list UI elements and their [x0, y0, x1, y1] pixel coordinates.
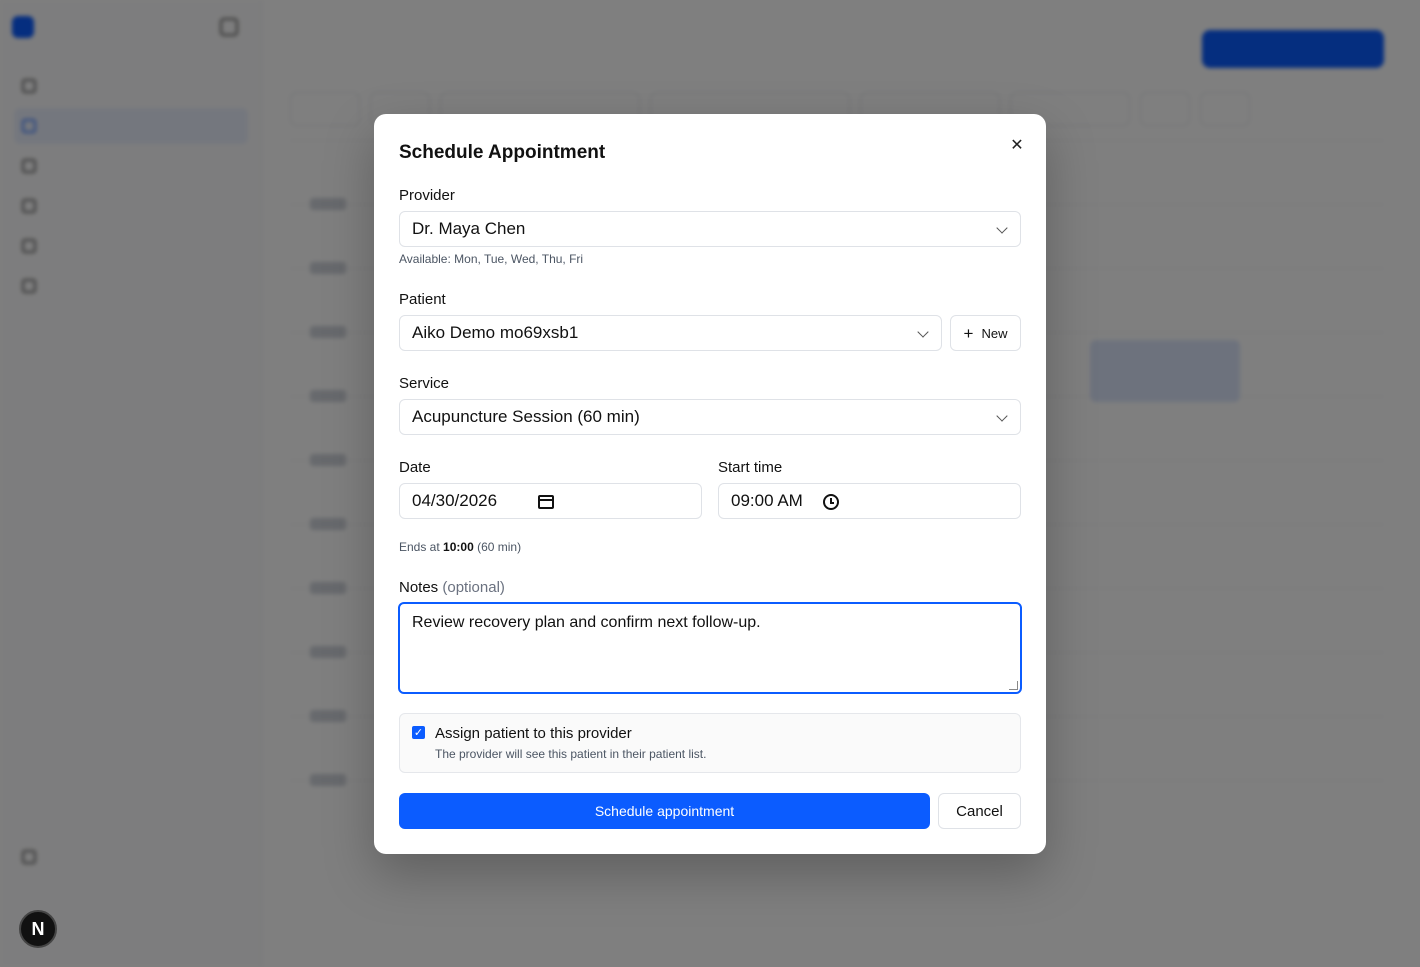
schedule-appointment-dialog: Schedule Appointment ✕ Provider Dr. Maya… — [374, 114, 1046, 854]
new-patient-button[interactable]: + New — [950, 315, 1021, 351]
service-value: Acupuncture Session (60 min) — [412, 407, 640, 426]
resize-handle-icon[interactable] — [1009, 681, 1018, 690]
provider-availability: Available: Mon, Tue, Wed, Thu, Fri — [399, 252, 584, 266]
provider-select[interactable]: Dr. Maya Chen — [399, 211, 1021, 247]
calendar-icon[interactable] — [538, 495, 554, 509]
notes-value: Review recovery plan and confirm next fo… — [412, 614, 761, 631]
start-time-value: 09:00 AM — [731, 491, 803, 510]
service-label: Service — [399, 375, 450, 392]
cancel-button[interactable]: Cancel — [938, 793, 1021, 829]
start-time-label: Start time — [718, 459, 783, 476]
ends-duration: (60 min) — [477, 540, 522, 554]
assign-description: The provider will see this patient in th… — [435, 747, 707, 761]
date-input[interactable]: 04/30/2026 — [399, 483, 702, 519]
new-patient-label: New — [981, 325, 1008, 341]
date-label: Date — [399, 459, 431, 476]
service-select[interactable]: Acupuncture Session (60 min) — [399, 399, 1021, 435]
assign-provider-option: ✓ Assign patient to this provider The pr… — [399, 713, 1021, 773]
chevron-down-icon — [996, 410, 1008, 422]
patient-label: Patient — [399, 291, 446, 308]
schedule-appointment-button[interactable]: Schedule appointment — [399, 793, 930, 829]
floating-avatar-button[interactable]: N — [19, 910, 57, 948]
patient-value: Aiko Demo mo69xsb1 — [412, 323, 579, 342]
provider-value: Dr. Maya Chen — [412, 219, 526, 238]
patient-select[interactable]: Aiko Demo mo69xsb1 — [399, 315, 942, 351]
chevron-down-icon — [917, 326, 929, 338]
checkbox-checked-icon: ✓ — [413, 727, 424, 739]
close-icon: ✕ — [1010, 137, 1024, 154]
close-button[interactable]: ✕ — [1006, 134, 1028, 156]
assign-checkbox[interactable]: ✓ — [412, 726, 425, 739]
start-time-input[interactable]: 09:00 AM — [718, 483, 1021, 519]
clock-icon[interactable] — [823, 494, 839, 510]
assign-title[interactable]: Assign patient to this provider — [435, 725, 632, 742]
ends-at-hint: Ends at 10:00 (60 min) — [399, 540, 521, 554]
notes-optional: (optional) — [442, 579, 505, 596]
date-value: 04/30/2026 — [412, 491, 498, 510]
plus-icon: + — [963, 323, 974, 343]
ends-prefix: Ends at — [399, 540, 440, 554]
dialog-title: Schedule Appointment — [399, 142, 606, 163]
notes-label: Notes (optional) — [399, 579, 505, 596]
provider-label: Provider — [399, 187, 455, 204]
ends-time: 10:00 — [443, 540, 474, 554]
notes-label-text: Notes — [399, 579, 439, 596]
chevron-down-icon — [996, 222, 1008, 234]
notes-textarea[interactable]: Review recovery plan and confirm next fo… — [398, 602, 1022, 694]
